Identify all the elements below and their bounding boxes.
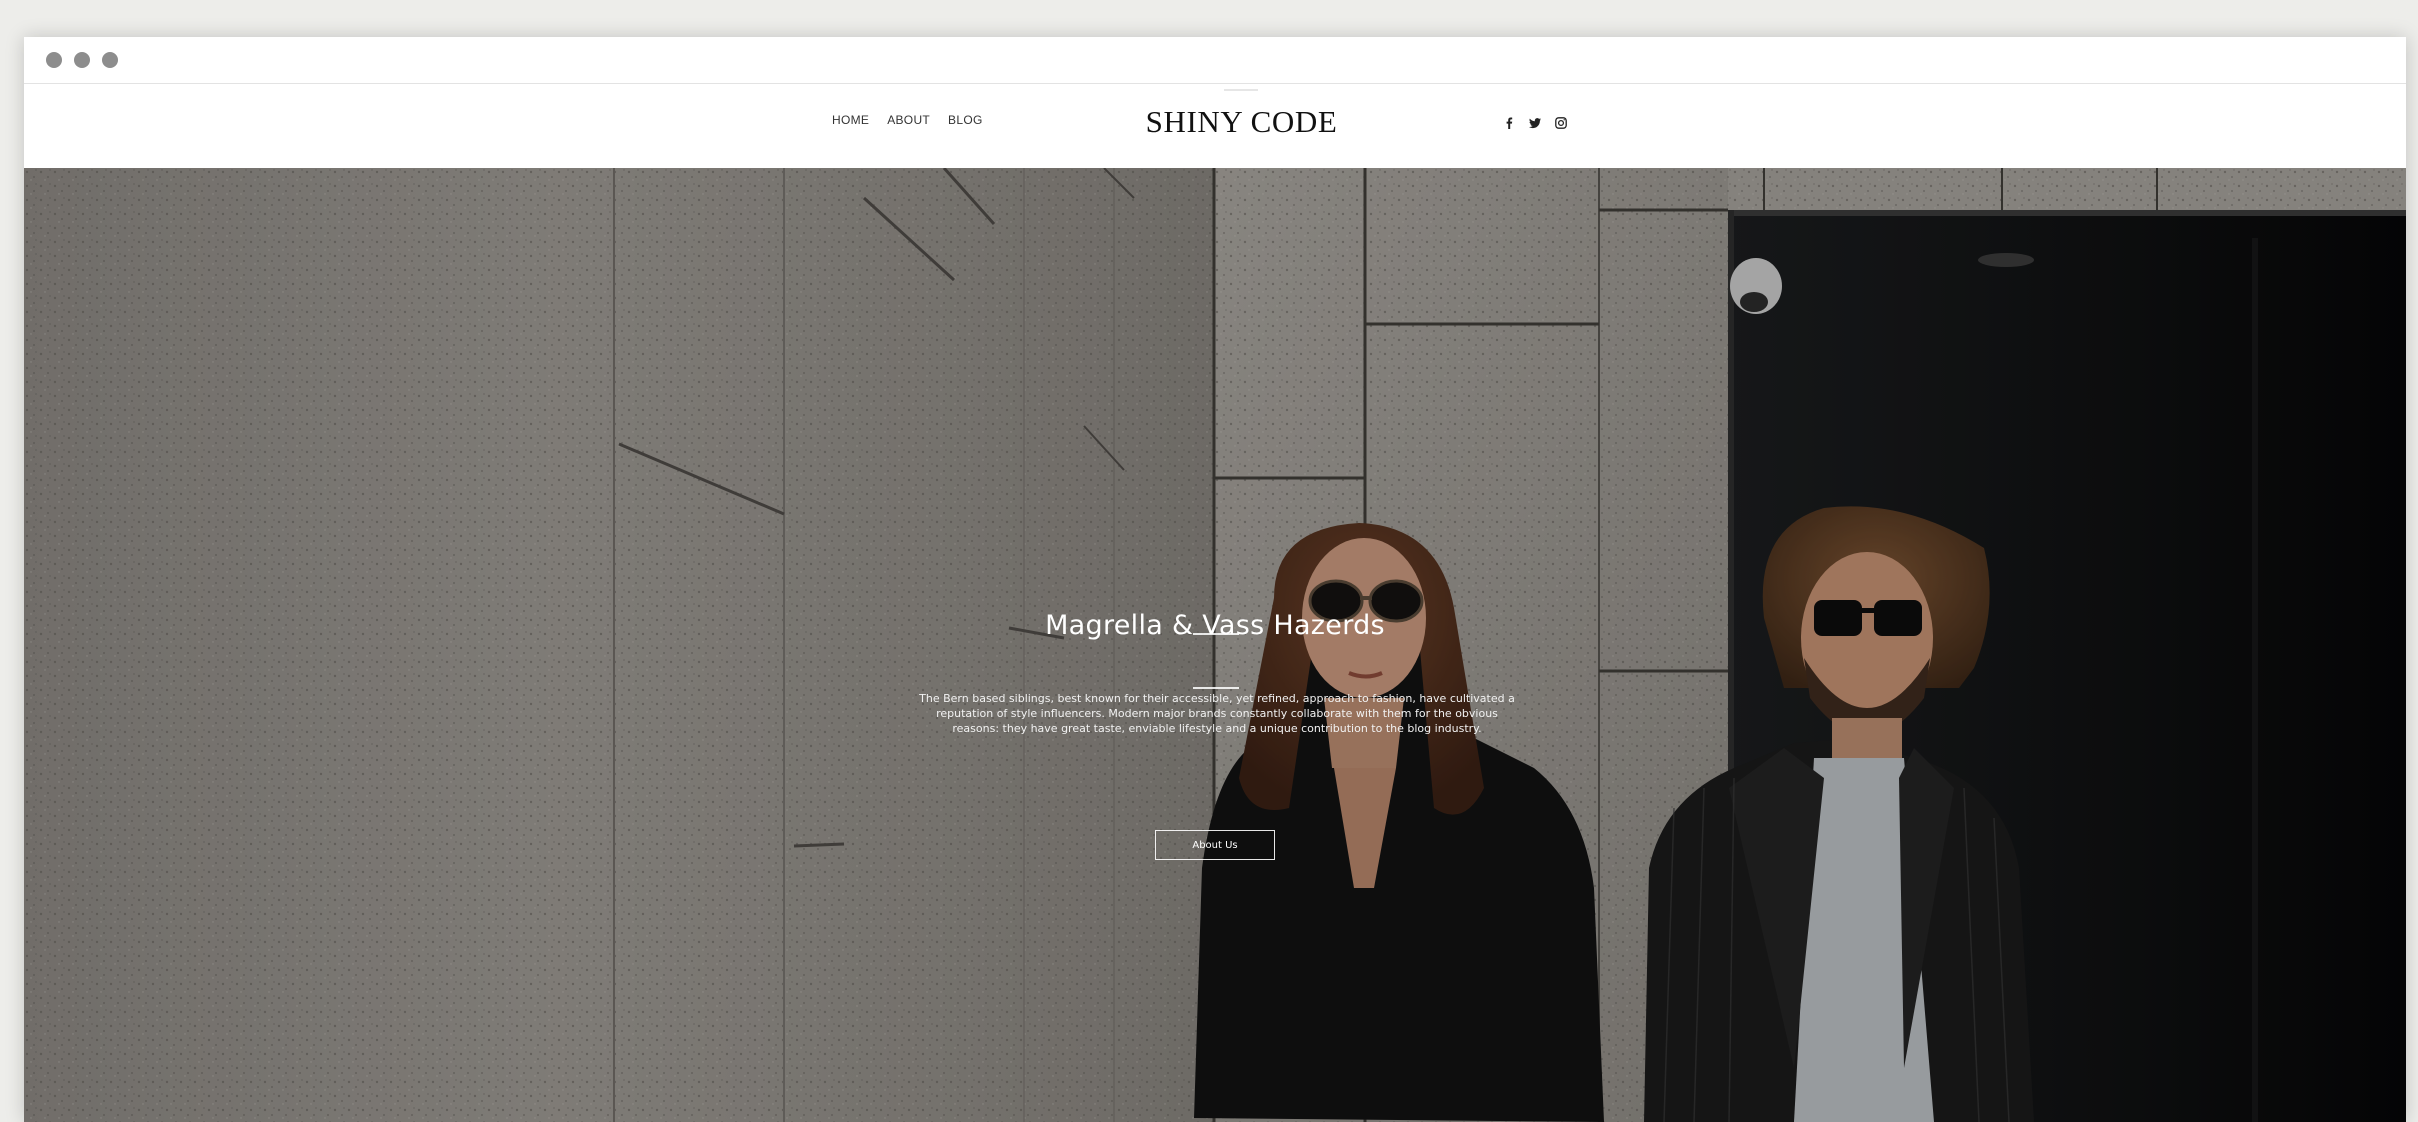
browser-window: HOME ABOUT BLOG SHINY CODE Magrella & Va…	[24, 37, 2406, 1122]
social-links	[1502, 116, 1568, 130]
window-titlebar	[24, 37, 2406, 84]
window-maximize-dot[interactable]	[102, 52, 118, 68]
facebook-icon[interactable]	[1502, 116, 1516, 130]
nav-blog-link[interactable]: BLOG	[948, 113, 983, 127]
hero-section: Magrella & Vass Hazerds The Bern based s…	[24, 168, 2406, 1122]
main-nav: HOME ABOUT BLOG	[832, 113, 983, 127]
logo-mark	[1224, 89, 1258, 91]
window-minimize-dot[interactable]	[74, 52, 90, 68]
window-close-dot[interactable]	[46, 52, 62, 68]
about-us-button[interactable]: About Us	[1155, 830, 1275, 860]
instagram-icon[interactable]	[1554, 116, 1568, 130]
nav-about-link[interactable]: ABOUT	[887, 113, 930, 127]
twitter-icon[interactable]	[1528, 116, 1542, 130]
site-header: HOME ABOUT BLOG SHINY CODE	[24, 84, 2406, 168]
hero-background-image	[24, 168, 2406, 1122]
nav-home-link[interactable]: HOME	[832, 113, 869, 127]
site-logo[interactable]: SHINY CODE	[1064, 104, 1419, 140]
